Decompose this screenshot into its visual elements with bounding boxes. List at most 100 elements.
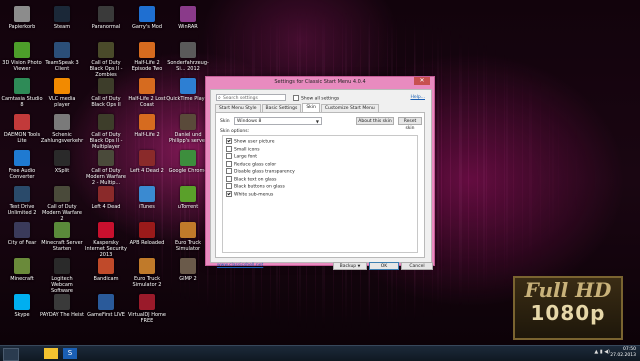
ok-button[interactable]: OK <box>369 262 399 270</box>
desktop-icon[interactable]: DAEMON Tools Lite <box>0 114 44 144</box>
app-icon <box>14 258 30 274</box>
desktop-icon[interactable]: WinRAR <box>166 6 210 30</box>
desktop-icon-label: Sonderfahrzeug-Si... 2012 <box>167 60 209 72</box>
desktop-icon[interactable]: City of Fear <box>0 222 44 246</box>
file-explorer-taskbar-icon[interactable] <box>44 348 58 359</box>
window-titlebar[interactable]: Settings for Classic Start Menu 4.0.4 ✕ <box>206 77 434 89</box>
desktop-icon[interactable]: XSplit <box>40 150 84 174</box>
desktop-icon[interactable]: Test Drive Unlimited 2 <box>0 186 44 216</box>
desktop-icon-label: Skype <box>14 312 30 318</box>
desktop-icon[interactable]: 3D Vision Photo Viewer <box>0 42 44 72</box>
desktop-icon[interactable]: VirtualDJ Home FREE <box>125 294 169 324</box>
desktop-icon[interactable]: Logitech Webcam Software <box>40 258 84 294</box>
desktop-icon[interactable]: Call of Duty Black Ops II - Multiplayer <box>84 114 128 150</box>
desktop-icon[interactable]: Skype <box>0 294 44 318</box>
app-icon <box>14 150 30 166</box>
desktop-icon[interactable]: Minecraft <box>0 258 44 282</box>
desktop-icon-label: Half-Life 2 Lost Coast <box>128 96 166 108</box>
system-tray[interactable]: ▲ ▮ ◀) <box>594 349 610 355</box>
reset-skin-button[interactable]: Reset skin <box>398 117 422 131</box>
desktop-icon[interactable]: PAYDAY The Heist <box>40 294 84 318</box>
desktop-icon-label: Call of Duty Modern Warfare 2 <box>42 204 82 222</box>
show-all-settings-checkbox[interactable]: Show all settings <box>293 95 339 102</box>
desktop-icon[interactable]: Free Audio Converter <box>0 150 44 180</box>
desktop-icon[interactable]: Call of Duty Black Ops II <box>84 78 128 108</box>
desktop-icon-label: Garry's Mod <box>131 24 163 30</box>
tab-basic-settings[interactable]: Basic Settings <box>261 104 302 112</box>
tab-customize-start-menu[interactable]: Customize Start Menu <box>320 104 379 112</box>
skin-option-checkbox[interactable]: Large font <box>226 153 414 161</box>
desktop-icon[interactable]: QuickTime Player <box>166 78 210 102</box>
desktop-icon[interactable]: Paranormal <box>84 6 128 30</box>
desktop-icon-label: Euro Truck Simulator 2 <box>132 276 162 288</box>
desktop-icon[interactable]: Half-Life 2 Episode Two <box>125 42 169 72</box>
about-skin-button[interactable]: About this skin <box>356 117 394 125</box>
tab-start-menu-style[interactable]: Start Menu Style <box>215 104 261 112</box>
desktop-icon[interactable]: Sonderfahrzeug-Si... 2012 <box>166 42 210 72</box>
skin-option-checkbox[interactable]: Show user picture <box>226 138 414 146</box>
desktop-icon-label: uTorrent <box>177 204 199 210</box>
desktop-icon[interactable]: Call of Duty Black Ops II - Zombies <box>84 42 128 78</box>
desktop-icon-label: Logitech Webcam Software <box>50 276 74 294</box>
skin-option-checkbox[interactable]: Black buttons on glass <box>226 183 414 191</box>
desktop-icon-label: Paranormal <box>91 24 121 30</box>
skin-dropdown-value: Windows 8 <box>237 119 262 124</box>
desktop-icon[interactable]: Camtasia Studio 8 <box>0 78 44 108</box>
desktop-icon[interactable]: Call of Duty Modern Warfare 2 <box>40 186 84 222</box>
skin-dropdown[interactable]: Windows 8 ▼ <box>234 117 322 125</box>
classic-shell-taskbar-icon[interactable]: S <box>63 348 77 359</box>
checkbox-box <box>226 183 232 189</box>
help-link[interactable]: Help... <box>410 95 425 100</box>
desktop-icon[interactable]: Euro Truck Simulator <box>166 222 210 252</box>
app-icon <box>14 6 30 22</box>
taskbar-clock[interactable]: 07:50 27.02.2013 <box>610 347 636 359</box>
desktop-icon-label: Bandicam <box>93 276 119 282</box>
checkbox-box <box>226 190 232 197</box>
desktop-icon-label: TeamSpeak 3 Client <box>45 60 79 72</box>
app-icon <box>139 222 155 238</box>
desktop-icon[interactable]: Call of Duty Modern Warfare 2 - Multip..… <box>84 150 128 186</box>
checkbox-box <box>226 160 232 167</box>
desktop-icon[interactable]: Steam <box>40 6 84 30</box>
desktop-icon[interactable]: Half-Life 2 <box>125 114 169 138</box>
desktop-icon[interactable]: TeamSpeak 3 Client <box>40 42 84 72</box>
skin-option-checkbox[interactable]: White sub-menus <box>226 190 414 199</box>
search-input[interactable]: ⌕ Search settings <box>216 94 286 101</box>
desktop-icon[interactable]: VLC media player <box>40 78 84 108</box>
desktop-icon[interactable]: Left 4 Dead 2 <box>125 150 169 174</box>
close-button[interactable]: ✕ <box>414 77 430 85</box>
desktop-icon[interactable]: iTunes <box>125 186 169 210</box>
app-icon <box>180 150 196 166</box>
desktop-icon[interactable]: uTorrent <box>166 186 210 210</box>
app-icon <box>180 258 196 274</box>
desktop-icon-label: GameFirst LIVE <box>87 312 125 318</box>
skin-option-label: Disable glass transparency <box>234 169 295 175</box>
desktop-icon[interactable]: Kaspersky Internet Security 2013 <box>84 222 128 258</box>
chevron-down-icon: ▼ <box>315 119 319 124</box>
tab-skin[interactable]: Skin <box>302 103 320 112</box>
skin-option-checkbox[interactable]: Black text on glass <box>226 175 414 184</box>
desktop-icon[interactable]: Euro Truck Simulator 2 <box>125 258 169 288</box>
backup-button[interactable]: Backup ▼ <box>333 262 367 270</box>
cancel-button[interactable]: Cancel <box>401 262 433 270</box>
desktop-icon[interactable]: Half-Life 2 Lost Coast <box>125 78 169 108</box>
app-icon <box>139 150 155 166</box>
window-title: Settings for Classic Start Menu 4.0.4 <box>274 79 366 85</box>
desktop-icon[interactable]: Left 4 Dead <box>84 186 128 210</box>
desktop-icon[interactable]: Papierkorb <box>0 6 44 30</box>
skin-option-checkbox[interactable]: Small icons <box>226 145 414 154</box>
desktop-icon[interactable]: Schenic Zahlungsverkehr <box>40 114 84 144</box>
desktop-icon[interactable]: Minecraft Server Starten <box>40 222 84 252</box>
desktop-icon[interactable]: Google Chrome <box>166 150 210 174</box>
desktop-icon[interactable]: GameFirst LIVE <box>84 294 128 318</box>
app-icon <box>180 6 196 22</box>
skin-option-checkbox[interactable]: Reduce glass color <box>226 160 414 169</box>
desktop-icon[interactable]: GIMP 2 <box>166 258 210 282</box>
desktop-icon[interactable]: Bandicam <box>84 258 128 282</box>
start-button[interactable] <box>3 348 19 361</box>
desktop-icon[interactable]: Daniel und Philipp's server <box>166 114 210 144</box>
desktop-icon[interactable]: APB Reloaded <box>125 222 169 246</box>
classicshell-link[interactable]: www.classicshell.net <box>217 263 263 268</box>
skin-option-checkbox[interactable]: Disable glass transparency <box>226 168 414 176</box>
desktop-icon[interactable]: Garry's Mod <box>125 6 169 30</box>
